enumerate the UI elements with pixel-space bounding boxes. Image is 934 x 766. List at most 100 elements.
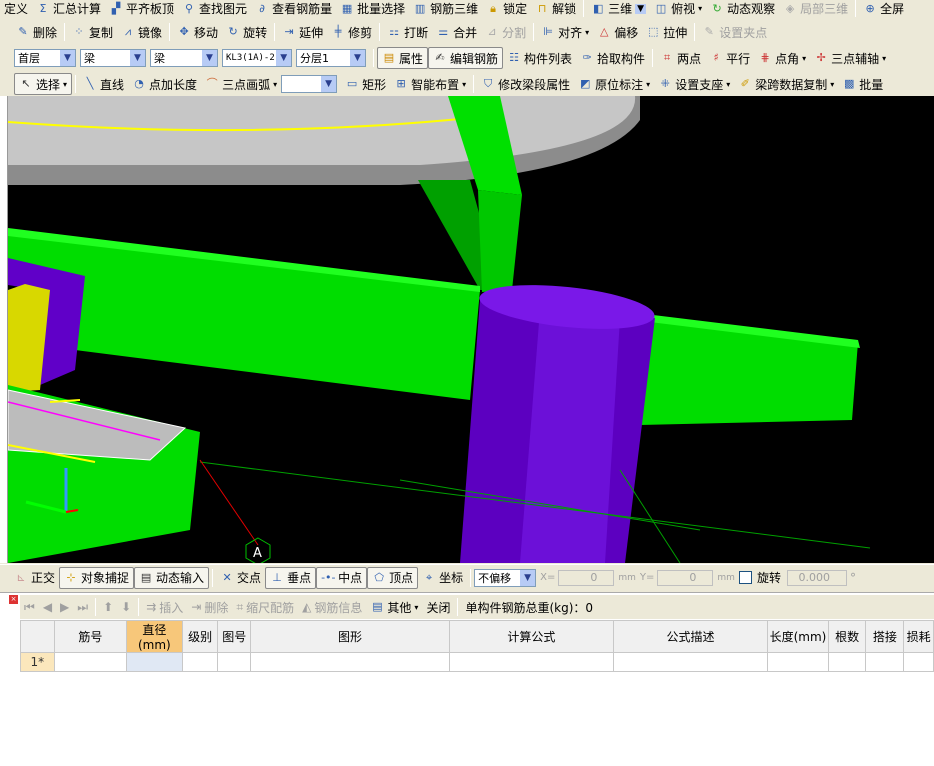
rect-button[interactable]: ▭ 矩形 (341, 73, 390, 95)
shape-select[interactable]: ▼ (281, 75, 338, 93)
move-button[interactable]: ✥ 移动 (173, 21, 222, 43)
unlock-button[interactable]: ⊓ 解锁 (531, 0, 580, 17)
view-rebar-button[interactable]: ∂ 查看钢筋量 (251, 0, 336, 17)
cell[interactable] (217, 652, 252, 672)
batch-button[interactable]: ▩ 批量 (838, 73, 887, 95)
view-3d-dropdown[interactable]: ◧ 三维 ▼ (587, 0, 650, 17)
move-down-button[interactable]: ⬇ (117, 596, 135, 618)
cell[interactable] (865, 652, 905, 672)
mirror-button[interactable]: ⩘ 镜像 (117, 21, 166, 43)
parallel-button[interactable]: ♯ 平行 (705, 47, 754, 69)
define-button[interactable]: 定义 (0, 0, 32, 17)
rotate-input[interactable]: 0.000 (786, 569, 847, 586)
copy-button[interactable]: ⁘ 复制 (68, 21, 117, 43)
column-header[interactable]: 图号 (217, 620, 252, 653)
lock-button[interactable]: 🔒︎ 锁定 (482, 0, 531, 17)
column-header[interactable]: 根数 (827, 620, 867, 653)
table-row[interactable]: 1* (20, 652, 934, 672)
cell[interactable] (767, 652, 829, 672)
row-header[interactable]: 1* (20, 652, 55, 672)
property-button[interactable]: ▤ 属性 (377, 47, 429, 69)
column-header[interactable]: 级别 (181, 620, 219, 653)
insert-button[interactable]: ⇉ 插入 (142, 596, 187, 618)
move-up-button[interactable]: ⬆ (99, 596, 117, 618)
rebar-3d-button[interactable]: ▥ 钢筋三维 (409, 0, 482, 17)
line-button[interactable]: ╲ 直线 (79, 73, 128, 95)
find-element-button[interactable]: ⚲ 查找图元 (178, 0, 251, 17)
component-list-button[interactable]: ☷ 构件列表 (503, 47, 576, 69)
cell[interactable] (181, 652, 219, 672)
column-header[interactable]: 搭接 (865, 620, 905, 653)
rebar-info-button[interactable]: ◭ 钢筋信息 (298, 596, 366, 618)
break-button[interactable]: ⚏ 打断 (383, 21, 432, 43)
two-points-button[interactable]: ⌗ 两点 (656, 47, 705, 69)
column-header[interactable]: 计算公式 (448, 620, 614, 653)
dynamic-input-button[interactable]: ▤ 动态输入 (134, 566, 210, 589)
smart-layout-dropdown[interactable]: ⊞ 智能布置 ▾ (390, 73, 470, 95)
cell[interactable] (53, 652, 128, 672)
arc-dropdown[interactable]: ⌒ 三点画弧 ▾ (201, 73, 281, 95)
align-dropdown[interactable]: ⊫ 对齐 ▾ (537, 21, 593, 43)
rotate-button[interactable]: ↻ 旋转 (222, 21, 271, 43)
scale-rebar-button[interactable]: ⌗ 缩尺配筋 (232, 596, 298, 618)
column-header[interactable]: 筋号 (53, 620, 128, 653)
delete-row-button[interactable]: ⇥ 删除 (187, 596, 232, 618)
set-grip-button[interactable]: ✎ 设置夹点 (698, 21, 771, 43)
split-button[interactable]: ⊿ 分割 (481, 21, 530, 43)
ortho-button[interactable]: ⊾ 正交 (10, 567, 59, 589)
coordinate-button[interactable]: ⌖ 坐标 (418, 567, 467, 589)
column-header[interactable]: 图形 (250, 620, 450, 653)
pick-component-button[interactable]: ✑ 拾取构件 (576, 47, 649, 69)
last-button[interactable]: ⏭ (73, 596, 92, 618)
x-input[interactable]: 0 (558, 569, 615, 586)
merge-button[interactable]: ⚌ 合并 (432, 21, 481, 43)
offset-button[interactable]: △ 偏移 (593, 21, 642, 43)
first-button[interactable]: ⏮ (20, 596, 39, 618)
delete-button[interactable]: ✎ 删除 (12, 21, 61, 43)
floor-select[interactable]: 首层 ▼ (14, 49, 76, 67)
select-dropdown[interactable]: ↖ 选择 ▾ (14, 73, 73, 95)
three-point-axis-dropdown[interactable]: ✢ 三点辅轴 ▾ (810, 47, 890, 69)
cell[interactable] (126, 652, 183, 672)
cell[interactable] (903, 652, 934, 672)
local-3d-button[interactable]: ◈ 局部三维 (779, 0, 852, 17)
cell[interactable] (448, 652, 614, 672)
next-button[interactable]: ▶ (56, 596, 73, 618)
align-slab-top-button[interactable]: ▞ 平齐板顶 (105, 0, 178, 17)
stretch-button[interactable]: ⬚ 拉伸 (642, 21, 691, 43)
point-length-button[interactable]: ◔ 点加长度 (128, 73, 201, 95)
set-support-dropdown[interactable]: ⁜ 设置支座 ▾ (654, 73, 734, 95)
cell[interactable] (250, 652, 450, 672)
point-angle-dropdown[interactable]: ⋕ 点角 ▾ (754, 47, 810, 69)
intersection-button[interactable]: ✕ 交点 (216, 567, 265, 589)
batch-select-button[interactable]: ▦ 批量选择 (336, 0, 409, 17)
3d-viewport[interactable]: A (8, 96, 934, 563)
modify-span-button[interactable]: ⛉ 修改梁段属性 (477, 73, 574, 95)
offset-select[interactable]: 不偏移 ▼ (474, 568, 537, 587)
summary-calc-button[interactable]: Σ 汇总计算 (32, 0, 105, 17)
perpendicular-button[interactable]: ⊥ 垂点 (265, 566, 317, 589)
column-header[interactable]: 损耗 (903, 620, 934, 653)
y-input[interactable]: 0 (657, 569, 714, 586)
column-header[interactable]: 公式描述 (612, 620, 769, 653)
column-header[interactable]: 长度(mm) (767, 620, 829, 653)
close-button[interactable]: 关闭 (422, 596, 454, 618)
prev-button[interactable]: ◀ (39, 596, 56, 618)
close-panel-icon[interactable]: × (9, 595, 18, 604)
other-dropdown[interactable]: ▤ 其他 ▾ (366, 596, 422, 618)
rotate-checkbox[interactable] (738, 571, 752, 584)
layer-select[interactable]: 分层1 ▼ (296, 49, 366, 67)
midpoint-button[interactable]: -•- 中点 (316, 566, 368, 589)
edit-rebar-button[interactable]: ✍ 编辑钢筋 (428, 47, 504, 69)
copy-span-data-dropdown[interactable]: ✐ 梁跨数据复制 ▾ (734, 73, 838, 95)
component-name-select[interactable]: KL3(1A)-2 ▼ (222, 49, 292, 67)
trim-button[interactable]: ╪ 修剪 (327, 21, 376, 43)
orbit-button[interactable]: ↻ 动态观察 (706, 0, 779, 17)
type-select[interactable]: 梁 ▼ (150, 49, 218, 67)
cell[interactable] (827, 652, 867, 672)
in-situ-annotation-dropdown[interactable]: ◩ 原位标注 ▾ (574, 73, 654, 95)
extend-button[interactable]: ⇥ 延伸 (278, 21, 327, 43)
top-view-dropdown[interactable]: ◫ 俯视 ▾ (650, 0, 706, 17)
object-snap-button[interactable]: ⊹ 对象捕捉 (59, 566, 135, 589)
category-select[interactable]: 梁 ▼ (80, 49, 146, 67)
